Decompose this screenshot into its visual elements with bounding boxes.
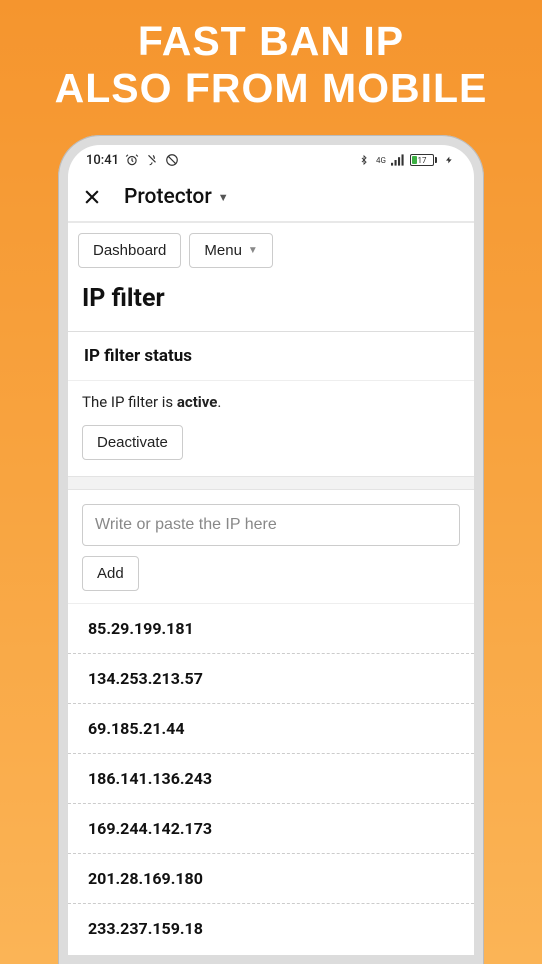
network-label: 4G: [376, 156, 386, 165]
ip-list: 85.29.199.181134.253.213.5769.185.21.441…: [68, 603, 474, 953]
status-right: 4G 17: [357, 153, 456, 167]
ip-list-item[interactable]: 201.28.169.180: [68, 854, 474, 904]
status-bar: 10:41 4G: [68, 145, 474, 175]
ip-input[interactable]: [82, 504, 460, 546]
dnd-icon: [165, 153, 179, 167]
signal-icon: [391, 153, 405, 167]
alarm-icon: [125, 153, 139, 167]
status-prefix: The IP filter is: [82, 393, 177, 411]
nav-buttons: Dashboard Menu ▼: [68, 223, 474, 278]
app-title-dropdown[interactable]: Protector ▼: [124, 185, 229, 209]
content-area: Dashboard Menu ▼ IP filter IP filter sta…: [68, 223, 474, 955]
menu-label: Menu: [204, 242, 242, 259]
close-button[interactable]: [82, 187, 106, 207]
status-left: 10:41: [86, 153, 179, 168]
section-title: IP filter status: [68, 332, 474, 380]
filter-status-text: The IP filter is active.: [68, 380, 474, 425]
promo-heading: Fast ban IP also from mobile: [0, 0, 542, 122]
dashboard-label: Dashboard: [93, 242, 166, 259]
battery-indicator: 17: [410, 154, 437, 166]
ip-list-item[interactable]: 233.237.159.18: [68, 904, 474, 953]
battery-level: 17: [411, 156, 433, 165]
add-label: Add: [97, 565, 124, 582]
add-button[interactable]: Add: [82, 556, 139, 591]
ip-list-item[interactable]: 69.185.21.44: [68, 704, 474, 754]
bluetooth-icon: [357, 153, 371, 167]
vibrate-icon: [145, 153, 159, 167]
ip-list-item[interactable]: 169.244.142.173: [68, 804, 474, 854]
caret-down-icon: ▼: [248, 245, 258, 256]
dashboard-button[interactable]: Dashboard: [78, 233, 181, 268]
status-value: active: [177, 393, 218, 411]
section-gap: [68, 476, 474, 490]
page-title: IP filter: [68, 278, 474, 331]
ip-list-item[interactable]: 186.141.136.243: [68, 754, 474, 804]
promo-line-2: also from mobile: [10, 65, 532, 112]
deactivate-label: Deactivate: [97, 434, 168, 451]
ip-list-item[interactable]: 85.29.199.181: [68, 604, 474, 654]
phone-screen: 10:41 4G: [68, 145, 474, 955]
chevron-down-icon: ▼: [218, 191, 229, 204]
charging-icon: [442, 153, 456, 167]
status-time: 10:41: [86, 153, 119, 168]
menu-button[interactable]: Menu ▼: [189, 233, 272, 268]
status-suffix: .: [217, 393, 221, 411]
app-title-label: Protector: [124, 185, 212, 209]
deactivate-button[interactable]: Deactivate: [82, 425, 183, 460]
phone-frame: 10:41 4G: [58, 135, 484, 964]
app-header: Protector ▼: [68, 175, 474, 223]
ip-list-item[interactable]: 134.253.213.57: [68, 654, 474, 704]
promo-line-1: Fast ban IP: [10, 18, 532, 65]
